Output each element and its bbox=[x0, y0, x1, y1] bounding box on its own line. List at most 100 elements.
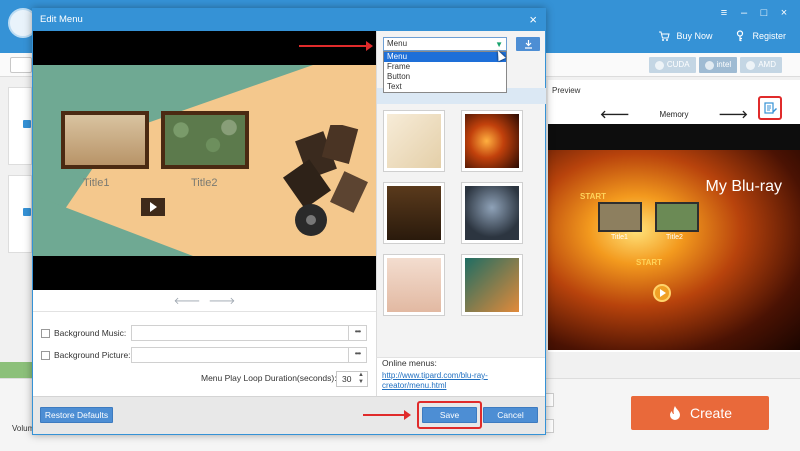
template-thumbnail[interactable] bbox=[461, 182, 523, 244]
register-link[interactable]: Register bbox=[734, 30, 786, 42]
preview-nav-title: Memory bbox=[659, 109, 689, 119]
intel-label: intel bbox=[716, 60, 732, 69]
loop-duration-stepper[interactable]: 30 ▲ ▼ bbox=[336, 371, 368, 387]
save-pointer-arrow bbox=[363, 410, 411, 420]
prev-arrow-icon[interactable]: 🡐 bbox=[600, 107, 630, 121]
add-file-button[interactable] bbox=[10, 57, 32, 73]
cart-icon bbox=[659, 31, 671, 41]
item-checkbox[interactable] bbox=[23, 120, 31, 128]
minimize-icon[interactable]: – bbox=[734, 5, 754, 21]
preview-title2-label: Title2 bbox=[666, 234, 683, 241]
preview-start-label: START bbox=[580, 192, 607, 201]
preview-label: Preview bbox=[552, 86, 581, 95]
canvas-pager: 🡐 🡒 bbox=[33, 290, 376, 312]
pager-next-icon[interactable]: 🡒 bbox=[209, 295, 236, 307]
key-icon bbox=[737, 30, 744, 42]
preview-title1-label: Title1 bbox=[611, 234, 628, 241]
flame-icon bbox=[669, 406, 680, 420]
next-arrow-icon[interactable]: 🡒 bbox=[718, 107, 748, 121]
template-thumbnail[interactable] bbox=[461, 110, 523, 172]
element-type-value: Menu bbox=[387, 39, 408, 48]
background-music-field[interactable]: ••• bbox=[131, 325, 367, 341]
title2-thumbnail[interactable] bbox=[161, 111, 249, 169]
file-list bbox=[0, 77, 32, 367]
create-button[interactable]: Create bbox=[631, 396, 769, 430]
list-item[interactable] bbox=[8, 87, 32, 165]
volume-label: Volum bbox=[12, 424, 35, 433]
background-music-row: Background Music: bbox=[41, 325, 126, 341]
template-panel: Menu ▼ Menu Frame Button Text bbox=[376, 31, 546, 396]
create-label: Create bbox=[689, 405, 733, 421]
dialog-footer: Restore Defaults Save Cancel bbox=[33, 396, 545, 434]
film-reel-decoration-icon bbox=[282, 125, 368, 236]
preview-canvas: My Blu-ray START Title1 Title2 START bbox=[548, 150, 800, 350]
nvidia-icon bbox=[654, 60, 664, 70]
background-picture-field[interactable]: ••• bbox=[131, 347, 367, 363]
cuda-label: CUDA bbox=[666, 60, 690, 69]
intel-badge[interactable]: intel bbox=[698, 57, 738, 73]
restore-defaults-button[interactable]: Restore Defaults bbox=[40, 407, 113, 423]
preview-panel: Preview 🡐 Memory 🡒 My Blu-ray START Titl… bbox=[548, 80, 800, 352]
element-type-select[interactable]: Menu ▼ bbox=[383, 37, 507, 51]
download-icon bbox=[524, 39, 532, 49]
loop-duration-label: Menu Play Loop Duration(seconds): bbox=[201, 373, 337, 383]
online-menus-label: Online menus: bbox=[382, 358, 437, 368]
dropdown-option-frame[interactable]: Frame bbox=[384, 62, 506, 72]
buy-now-label: Buy Now bbox=[676, 31, 713, 41]
menu-icon[interactable]: ≡ bbox=[714, 5, 734, 21]
preview-menu-title: My Blu-ray bbox=[705, 178, 782, 195]
template-thumbnail[interactable] bbox=[383, 182, 445, 244]
browse-picture-button[interactable]: ••• bbox=[348, 348, 366, 362]
browse-music-button[interactable]: ••• bbox=[348, 326, 366, 340]
dialog-close-icon[interactable]: × bbox=[529, 13, 537, 27]
dropdown-option-button[interactable]: Button bbox=[384, 72, 506, 82]
preview-start-label: START bbox=[636, 258, 663, 267]
dropdown-option-menu[interactable]: Menu bbox=[384, 52, 506, 62]
background-music-checkbox[interactable] bbox=[41, 328, 50, 338]
stepper-arrows-icon[interactable]: ▲ ▼ bbox=[358, 372, 364, 386]
window-controls: ≡ – □ × bbox=[714, 5, 794, 21]
title1-text[interactable]: Title1 bbox=[83, 177, 110, 189]
play-button-icon[interactable] bbox=[141, 198, 165, 216]
buy-now-link[interactable]: Buy Now bbox=[658, 30, 712, 42]
loop-duration-value: 30 bbox=[342, 374, 352, 384]
template-thumbnail[interactable] bbox=[383, 254, 445, 316]
amd-icon bbox=[746, 60, 756, 70]
background-picture-label: Background Picture: bbox=[54, 350, 131, 360]
edit-menu-dialog: Edit Menu × Title1 Title2 🡐 🡒 Background… bbox=[32, 8, 546, 435]
cancel-button[interactable]: Cancel bbox=[483, 407, 538, 423]
maximize-icon[interactable]: □ bbox=[754, 5, 774, 21]
top-actions: Buy Now Register bbox=[658, 30, 786, 42]
background-picture-row: Background Picture: bbox=[41, 347, 131, 363]
item-checkbox[interactable] bbox=[23, 208, 31, 216]
preview-title2-thumb bbox=[655, 202, 699, 232]
amd-badge[interactable]: AMD bbox=[740, 57, 782, 73]
online-menus-link[interactable]: http://www.tipard.com/blu-ray-creator/me… bbox=[382, 371, 512, 391]
dropdown-option-text[interactable]: Text bbox=[384, 82, 506, 92]
cuda-badge[interactable]: CUDA bbox=[648, 57, 696, 73]
scene-decor bbox=[33, 195, 193, 256]
close-icon[interactable]: × bbox=[774, 5, 794, 21]
hardware-acceleration-badges: CUDA intel AMD bbox=[648, 57, 782, 73]
title2-text[interactable]: Title2 bbox=[191, 177, 218, 189]
preview-play-icon bbox=[653, 284, 671, 302]
menu-edit-canvas[interactable]: Title1 Title2 bbox=[33, 31, 376, 290]
template-thumbnail[interactable] bbox=[461, 254, 523, 316]
intel-icon bbox=[704, 60, 714, 70]
edit-menu-button[interactable] bbox=[758, 96, 782, 120]
save-button[interactable]: Save bbox=[422, 407, 477, 423]
menu-scene: Title1 Title2 bbox=[33, 65, 376, 256]
preview-title1-thumb bbox=[598, 202, 642, 232]
dialog-titlebar: Edit Menu × bbox=[33, 9, 545, 31]
background-music-label: Background Music: bbox=[54, 328, 127, 338]
title1-thumbnail[interactable] bbox=[61, 111, 149, 169]
pager-prev-icon[interactable]: 🡐 bbox=[174, 295, 201, 307]
amd-label: AMD bbox=[758, 60, 776, 69]
edit-menu-icon bbox=[763, 101, 777, 114]
select-pointer-arrow bbox=[299, 41, 373, 51]
background-picture-checkbox[interactable] bbox=[41, 350, 50, 360]
list-item[interactable] bbox=[8, 175, 32, 253]
template-thumbnail[interactable] bbox=[383, 110, 445, 172]
element-type-dropdown: Menu Frame Button Text bbox=[383, 51, 507, 93]
download-templates-button[interactable] bbox=[516, 37, 540, 51]
